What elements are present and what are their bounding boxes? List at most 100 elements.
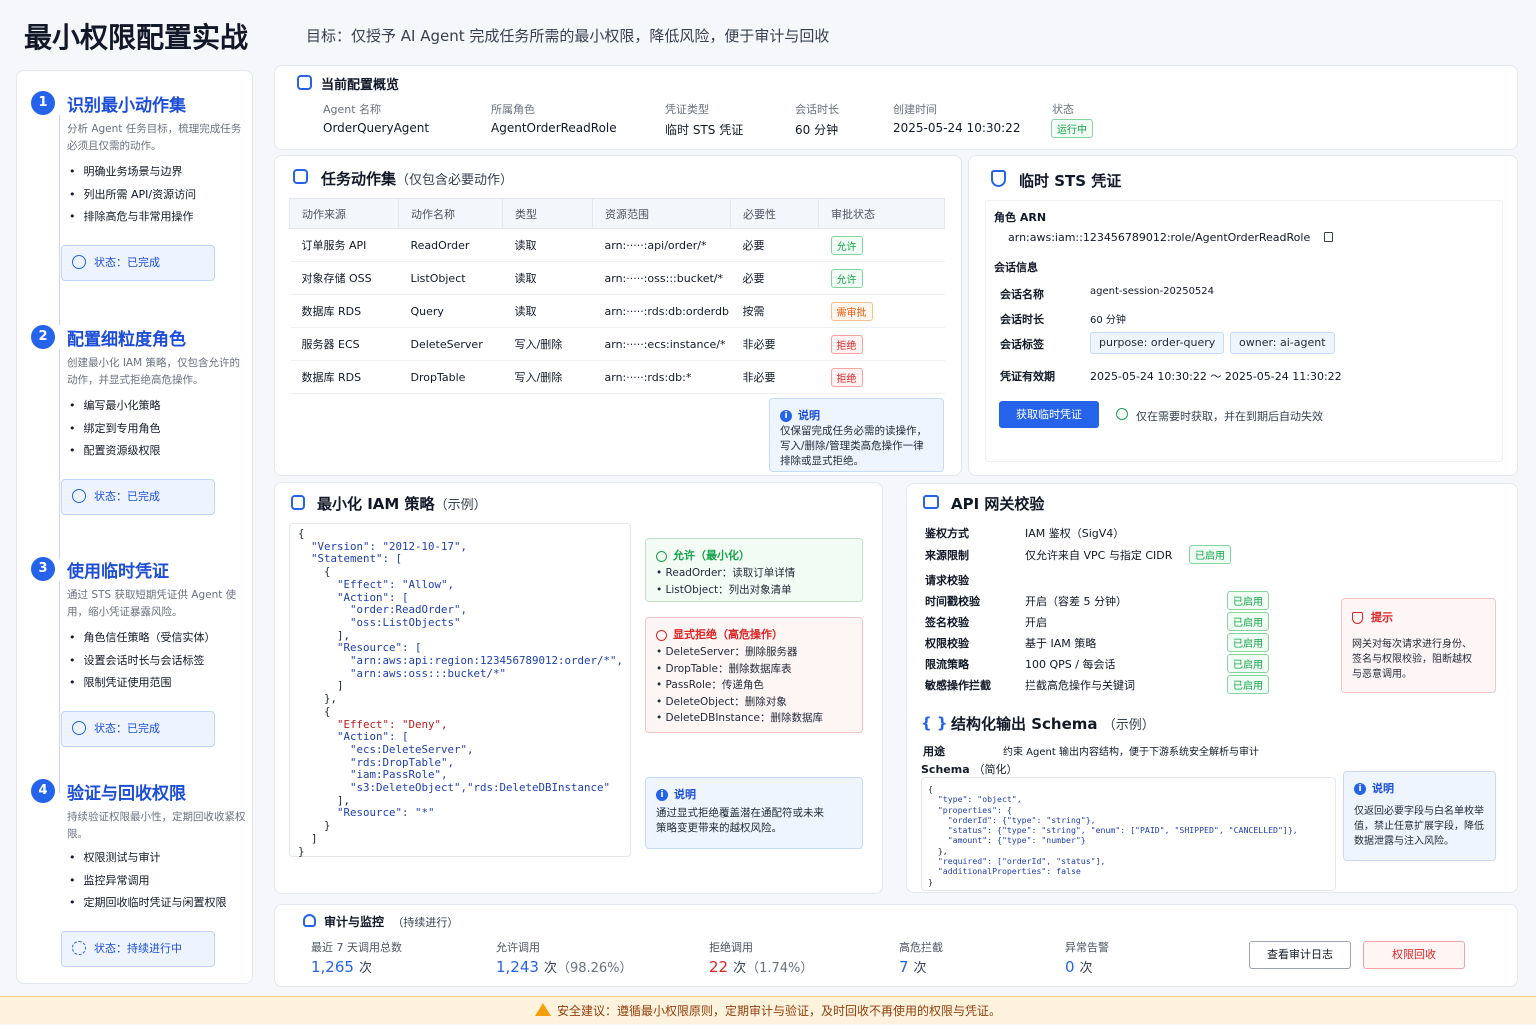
table-cell: 写入/删除 xyxy=(502,360,593,394)
stat-unit: 次 xyxy=(733,961,747,976)
field-label: 用途 xyxy=(923,745,945,758)
code-line: { xyxy=(298,565,331,579)
field-value: 100 QPS / 每会话 xyxy=(1025,658,1116,671)
stat-label: 拒绝调用 xyxy=(709,941,753,954)
field-label: 凭证类型 xyxy=(665,103,709,116)
shield-icon xyxy=(991,170,1006,187)
allow-title: 允许（最小化） xyxy=(673,549,750,562)
step-status-badge[interactable]: 状态：已完成 xyxy=(61,479,215,515)
table-row: 数据库 RDS DropTable 写入/删除 arn:·····:rds:db:* 非… xyxy=(289,360,945,394)
field-value: 基于 IAM 策略 xyxy=(1025,637,1097,650)
section-title: 当前配置概览 xyxy=(321,78,400,93)
stat-value: 22 xyxy=(709,958,729,976)
step-title: 配置细粒度角色 xyxy=(67,330,186,350)
enabled-badge: 已启用 xyxy=(1227,654,1269,673)
table-cell: 非必要 xyxy=(730,360,819,394)
field-value: 开启 xyxy=(1025,616,1047,629)
code-line: } xyxy=(298,819,331,833)
stat-unit: 次 xyxy=(358,961,372,976)
field-label: 请求校验 xyxy=(925,574,969,587)
section-title: 临时 STS 凭证 xyxy=(1019,172,1122,190)
stat-label: 允许调用 xyxy=(496,941,540,954)
stat-value: 1,265 xyxy=(311,958,354,976)
column-header: 类型 xyxy=(502,198,593,229)
view-audit-log-button[interactable]: 查看审计日志 xyxy=(1249,941,1351,969)
enabled-badge: 已启用 xyxy=(1227,675,1269,694)
credential-type-value: 临时 STS 凭证 xyxy=(665,123,744,137)
list-item: 列出所需 API/资源访问 xyxy=(69,184,197,207)
table-cell: DeleteServer xyxy=(398,327,503,361)
code-line: { xyxy=(298,527,305,540)
schema-note-box: i 说明 仅返回必要字段与白名单枚举 值，禁止任意扩展字段，降低 数据泄露与注入风… xyxy=(1343,771,1496,861)
column-header: 动作来源 xyxy=(289,198,399,229)
config-overview-card: 当前配置概览 Agent 名称 OrderQueryAgent 所属角色 Age… xyxy=(274,65,1518,150)
list-item: 编写最小化策略 xyxy=(69,395,161,418)
warning-icon xyxy=(534,1003,551,1016)
step-status-badge[interactable]: 状态：已完成 xyxy=(61,245,215,281)
code-line: "s3:DeleteObject","rds:DeleteDBInstance" xyxy=(298,781,611,795)
note-title: 说明 xyxy=(798,409,820,422)
stat-value-group: 0次 xyxy=(1065,957,1093,976)
security-advice-bar: 安全建议：遵循最小权限原则，定期审计与验证，及时回收不再使用的权限与凭证。 xyxy=(0,996,1536,1024)
field-label: 会话时长 xyxy=(1000,313,1044,326)
table-cell: 必要 xyxy=(730,261,819,295)
step-desc: 持续验证权限最小性，定期回收收紧权限。 xyxy=(67,811,246,840)
check-circle-icon xyxy=(1116,408,1128,420)
field-value: 拦截高危操作与关键词 xyxy=(1025,679,1135,692)
block-icon xyxy=(656,629,667,641)
get-credential-button[interactable]: 获取临时凭证 xyxy=(999,401,1099,428)
allow-box: 允许（最小化） ReadOrder：读取订单详情 ListObject：列出对象… xyxy=(645,538,863,602)
validity-value: 2025-05-24 10:30:22 ～ 2025-05-24 11:30:2… xyxy=(1090,370,1342,383)
note-line: 数据泄露与注入风险。 xyxy=(1354,836,1454,847)
column-header: 动作名称 xyxy=(398,198,503,229)
step-items: 权限测试与审计 监控异常调用 定期回收临时凭证与闲置权限 xyxy=(69,847,227,915)
table-cell: 允许 xyxy=(818,261,945,295)
copy-icon[interactable] xyxy=(1324,232,1333,242)
step-connector xyxy=(59,115,60,325)
step-connector xyxy=(59,581,60,793)
enabled-badge: 已启用 xyxy=(1227,633,1269,652)
field-value: 仅允许来自 VPC 与指定 CIDR xyxy=(1025,549,1173,562)
table-cell: 数据库 RDS xyxy=(289,294,399,328)
table-cell: 允许 xyxy=(818,228,945,262)
code-line: }, xyxy=(298,692,338,706)
code-line: ] xyxy=(298,831,318,845)
step-items: 编写最小化策略 绑定到专用角色 配置资源级权限 xyxy=(69,395,161,463)
approval-badge: 允许 xyxy=(830,268,863,288)
stat-percent: （1.74%） xyxy=(746,961,814,976)
tip-line: 与恶意调用。 xyxy=(1352,669,1412,680)
gateway-icon xyxy=(923,495,939,509)
stat-value-group: 1,243 次（98.26%） xyxy=(496,957,633,976)
field-label: 会话名称 xyxy=(1000,288,1044,301)
step-status-badge[interactable]: 状态：已完成 xyxy=(61,711,215,747)
table-cell: arn:·····:rds:db:* xyxy=(592,360,731,394)
field-label: 状态 xyxy=(1052,103,1074,116)
field-label: 签名校验 xyxy=(925,616,969,629)
list-item: DropTable：删除数据库表 xyxy=(656,661,823,678)
approval-badge: 允许 xyxy=(830,235,863,255)
step-status-badge[interactable]: 状态：持续进行中 xyxy=(61,931,215,967)
stat-unit: 次 xyxy=(543,961,557,976)
list-item: DeleteDBInstance：删除数据库 xyxy=(656,710,823,727)
enabled-badge: 已启用 xyxy=(1227,591,1269,610)
table-cell: DropTable xyxy=(398,360,503,394)
policy-code-block: { "Version": "2012-10-17", "Statement": … xyxy=(289,523,631,857)
table-cell: 订单服务 API xyxy=(289,228,399,262)
field-label: 敏感操作拦截 xyxy=(925,679,991,692)
api-gateway-card: API 网关校验 鉴权方式 IAM 鉴权（SigV4） 来源限制 仅允许来自 VPC … xyxy=(906,483,1518,893)
field-label: 权限校验 xyxy=(925,637,969,650)
column-header: 资源范围 xyxy=(592,198,731,229)
step-desc: 创建最小化 IAM 策略，仅包含允许的动作，并显式拒绝高危操作。 xyxy=(67,357,241,386)
step-number: 3 xyxy=(31,557,55,581)
stat-value: 0 xyxy=(1065,958,1075,976)
stat-label: 高危拦截 xyxy=(899,941,943,954)
revoke-permission-button[interactable]: 权限回收 xyxy=(1363,941,1465,969)
table-cell: arn:·····:oss:::bucket/* xyxy=(592,261,731,295)
list-icon xyxy=(293,169,308,184)
status-text: 状态：已完成 xyxy=(94,490,160,503)
table-cell: 必要 xyxy=(730,228,819,262)
table-cell: 对象存储 OSS xyxy=(289,261,399,295)
enabled-badge: 已启用 xyxy=(1189,545,1231,564)
section-title: API 网关校验 xyxy=(951,495,1045,513)
tip-title: 提示 xyxy=(1371,611,1393,624)
